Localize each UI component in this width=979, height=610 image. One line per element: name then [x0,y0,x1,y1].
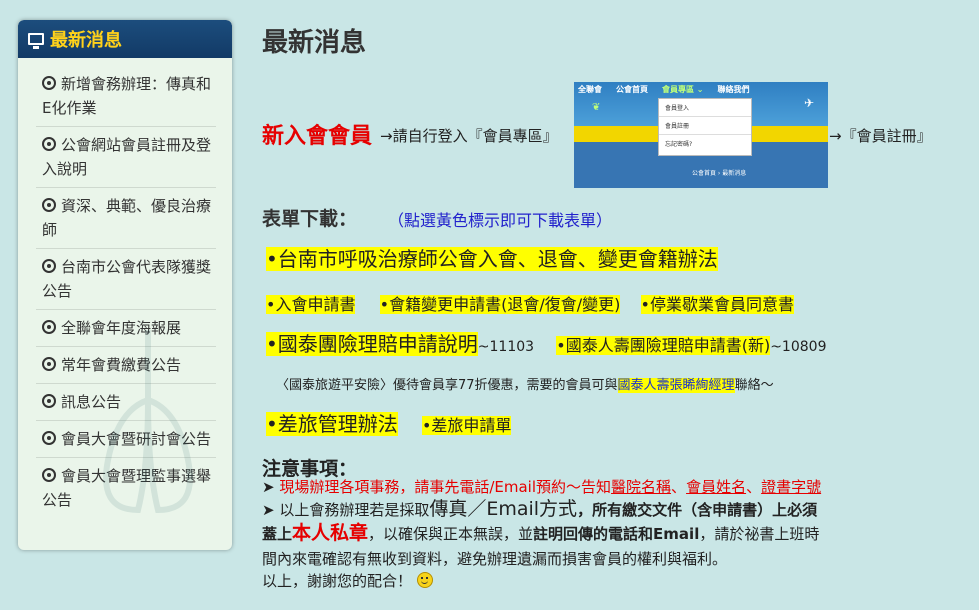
download-forms-row1: •入會申請書 •會籍變更申請書(退會/復會/變更) •停業歇業會員同意書 [266,291,794,315]
download-trip-rules-link[interactable]: •差旅管理辦法 [266,412,398,436]
member-area-screenshot: 全聯會 公會首頁 會員專區 ⌄ 聯絡我們 ❦ ✈ 會員登入 會員註冊 忘記密碼?… [574,82,828,188]
download-rules-row: •台南市呼吸治療師公會入會、退會、變更會籍辦法 [266,243,718,272]
sidebar-item-fax-e-service[interactable]: 新增會務辦理：傳真和E化作業 [36,66,216,127]
download-insurance-row: •國泰團險理賠申請說明~11103 •國泰人壽團險理賠申請書(新)~10809 [266,328,826,357]
notice-line1-text: 現場辦理各項事務，請事先電話/Email預約～告知 [279,478,612,496]
screenshot-nav-item: 聯絡我們 [717,85,750,94]
smile-icon [416,572,433,588]
download-change-link[interactable]: •會籍變更申請書(退會/復會/變更) [379,295,621,314]
screenshot-nav: 全聯會 公會首頁 會員專區 ⌄ 聯絡我們 [574,84,828,96]
screenshot-nav-item: 全聯會 [578,85,602,94]
insurance-guide-version: ~11103 [477,339,535,355]
bird-icon: ✈ [803,96,814,110]
bullet-icon [42,76,56,90]
notice-member-name: 會員姓名 [686,478,747,496]
notice-arrow: ➤ [262,478,280,496]
insurance-form-version: ~10809 [770,339,827,355]
notice-line3-d: 註明回傳的電話和Email [533,525,700,543]
sidebar-title: 最新消息 [50,30,122,51]
download-apply-link[interactable]: •入會申請書 [266,295,356,314]
download-rules-link[interactable]: •台南市呼吸治療師公會入會、退會、變更會籍辦法 [266,247,718,271]
notice-line2-c: ，所有繳交文件（含申請書）上必須 [577,501,818,519]
sidebar-item-label: 公會網站會員註冊及登入說明 [42,136,212,178]
travel-insurance-contact-link[interactable]: 國泰人壽張睎絢經理 [617,378,735,393]
bullet-icon [42,468,56,482]
notice-line-1: ➤ 現場辦理各項事務，請事先電話/Email預約～告知醫院名稱、會員姓名、證書字… [262,476,962,498]
screenshot-nav-item: 會員專區 ⌄ [662,85,704,94]
screenshot-nav-item: 公會首頁 [616,85,648,94]
notice-separator: 、 [746,478,762,496]
sidebar-item-label: 台南市公會代表隊獲獎公告 [42,258,212,300]
screenshot-dropdown-item: 忘記密碼? [665,141,693,148]
sidebar-header: 最新消息 [18,20,232,58]
monitor-icon [28,33,44,49]
sidebar-item-team-award[interactable]: 台南市公會代表隊獲獎公告 [36,249,216,310]
sidebar-item-register-login[interactable]: 公會網站會員註冊及登入說明 [36,127,216,188]
forms-download-label: 表單下載： [262,208,358,230]
bullet-icon [42,394,56,408]
notice-line-3: 蓋上本人私章，以確保與正本無誤，並註明回傳的電話和Email，請於祕書上班時 [262,522,962,545]
leaf-icon: ❦ [592,102,601,113]
notice-line-4: 間內來電確認有無收到資料，避免辦理遺漏而損害會員的權利與福利。 [262,550,728,568]
page-title: 最新消息 [262,28,367,58]
bullet-icon [42,259,56,273]
download-insurance-guide-link[interactable]: •國泰團險理賠申請說明 [266,332,478,356]
bullet-icon [42,431,56,445]
notice-line5-text: 以上，謝謝您的配合！ [262,572,413,590]
sidebar-item-excellent-therapists[interactable]: 資深、典範、優良治療師 [36,188,216,249]
notice-personal-seal: 本人私章 [292,522,369,544]
sidebar-item-label: 新增會務辦理：傳真和E化作業 [42,75,212,117]
download-suspend-link[interactable]: •停業歇業會員同意書 [640,295,794,314]
travel-insurance-text: 〈國泰旅遊平安險〉優待會員享77折優惠，需要的會員可與 [276,378,618,393]
notice-hospital-name: 醫院名稱 [611,478,672,496]
new-member-step2: →『會員註冊』 [829,127,932,145]
new-member-label: 新入會會員 [262,124,373,149]
sidebar-item-label: 資深、典範、優良治療師 [42,197,212,239]
new-member-step1: →請自行登入『會員專區』 [380,127,558,145]
download-insurance-form-link[interactable]: •國泰人壽團險理賠申請書(新) [556,336,771,355]
download-trip-form-link[interactable]: •差旅申請單 [421,416,512,435]
sidebar: 最新消息 新增會務辦理：傳真和E化作業 公會網站會員註冊及登入說明 資深、典範、… [18,20,232,550]
notice-line-5: 以上，謝謝您的配合！ [262,570,962,592]
forms-download-note: （點選黃色標示即可下載表單） [388,211,613,230]
notice-line3-e: ，請於祕書上班時 [699,525,820,543]
notice-line3-a: 蓋上 [262,525,293,543]
travel-insurance-suffix: 聯絡～ [734,378,774,393]
bullet-icon [42,137,56,151]
travel-insurance-row: 〈國泰旅遊平安險〉優待會員享77折優惠，需要的會員可與國泰人壽張睎絢經理聯絡～ [276,374,774,393]
screenshot-dropdown: 會員登入 會員註冊 忘記密碼? [658,98,752,156]
notice-line3-c: ，以確保與正本無誤，並 [368,525,534,543]
screenshot-dropdown-item: 會員註冊 [659,117,751,135]
bullet-icon [42,198,56,212]
lung-decoration-icon [103,330,193,514]
download-trip-row: •差旅管理辦法 •差旅申請單 [266,408,512,437]
screenshot-breadcrumb: 公會首頁 › 最新消息 [692,170,747,177]
bullet-icon [42,320,56,334]
notice-line2-b: 傳真／Email方式 [429,498,578,520]
screenshot-dropdown-item: 會員登入 [659,99,751,117]
bullet-icon [42,357,56,371]
notice-certificate-number: 證書字號 [761,478,822,496]
notice-line2-a: ➤ 以上會務辦理若是採取 [262,501,430,519]
notice-line-2: ➤ 以上會務辦理若是採取傳真／Email方式，所有繳交文件（含申請書）上必須 [262,498,962,521]
notice-separator: 、 [671,478,687,496]
